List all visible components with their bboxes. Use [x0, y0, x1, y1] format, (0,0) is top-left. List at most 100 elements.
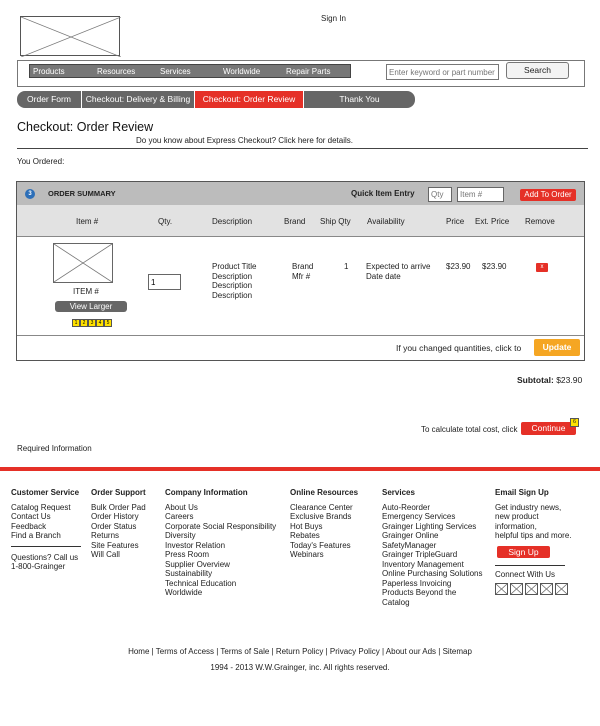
view-larger-button[interactable]: View Larger: [55, 301, 127, 312]
continue-button[interactable]: Continue: [521, 422, 576, 435]
update-button[interactable]: Update: [534, 339, 580, 356]
footer-link[interactable]: Feedback: [11, 522, 81, 532]
footer-link[interactable]: Corporate Social Responsibility: [165, 522, 276, 532]
footer-link[interactable]: Returns: [91, 531, 146, 541]
footer-link[interactable]: Hot Buys: [290, 522, 358, 532]
footer-link[interactable]: Online Purchasing Solutions: [382, 569, 483, 579]
social-icon[interactable]: [540, 583, 553, 595]
description-line: Description: [212, 271, 253, 281]
social-icon[interactable]: [555, 583, 568, 595]
social-icon[interactable]: [525, 583, 538, 595]
logo-placeholder[interactable]: [20, 16, 121, 57]
brand-cell: Brand Mfr #: [292, 262, 313, 281]
nav-item-services[interactable]: Services: [160, 67, 223, 76]
footer-link[interactable]: Catalog Request: [11, 503, 81, 513]
footer-heading: Customer Service: [11, 488, 80, 497]
subtotal-value: $23.90: [556, 375, 583, 385]
footer-link[interactable]: Technical Education: [165, 579, 276, 589]
row-qty-input[interactable]: [148, 274, 181, 290]
sign-up-button[interactable]: Sign Up: [497, 545, 550, 558]
product-image[interactable]: [53, 243, 113, 283]
col-availability: Availability: [367, 217, 405, 226]
footer-link[interactable]: Exclusive Brands: [290, 512, 358, 522]
express-checkout-link[interactable]: Do you know about Express Checkout? Clic…: [136, 136, 353, 145]
footer-link[interactable]: Order History: [91, 512, 146, 522]
description-line: Description: [212, 281, 253, 290]
footer-link[interactable]: Grainger Lighting Services: [382, 522, 483, 532]
remove-button[interactable]: x: [536, 263, 548, 272]
nav-item-products[interactable]: Products: [33, 67, 97, 76]
order-summary-title: ORDER SUMMARY: [48, 189, 116, 198]
footer-link[interactable]: Paperless Invoicing: [382, 579, 483, 589]
col-brand: Brand: [284, 217, 306, 226]
nav-item-worldwide[interactable]: Worldwide: [223, 67, 286, 76]
col-ext-price: Ext. Price: [475, 217, 510, 226]
footer-company-info: Company Information About Us Careers Cor…: [165, 488, 276, 598]
social-icon[interactable]: [495, 583, 508, 595]
step-delivery-billing[interactable]: Checkout: Delivery & Billing: [82, 91, 195, 108]
footer-link[interactable]: Contact Us: [11, 512, 81, 522]
footer-link[interactable]: Webinars: [290, 550, 358, 560]
add-to-order-button[interactable]: Add To Order: [520, 189, 576, 201]
availability-value: Expected to arrive Date date: [366, 262, 431, 281]
footer-link[interactable]: Rebates: [290, 531, 358, 541]
copyright-text: 1994 - 2013 W.W.Grainger, inc. All right…: [210, 663, 390, 672]
legal-links[interactable]: Home | Terms of Access | Terms of Sale |…: [0, 647, 600, 656]
search-button[interactable]: Search: [506, 62, 569, 79]
social-icons: [495, 583, 572, 595]
footer-link[interactable]: Sustainability: [165, 569, 276, 579]
footer-link[interactable]: Auto-Reorder: [382, 503, 483, 513]
subtotal: Subtotal: $23.90: [517, 375, 582, 385]
footer-link[interactable]: Clearance Center: [290, 503, 358, 513]
social-icon[interactable]: [510, 583, 523, 595]
footer-link[interactable]: Supplier Overview: [165, 560, 276, 570]
footer-link[interactable]: Press Room: [165, 550, 276, 560]
brand-name: Brand: [292, 262, 314, 271]
col-remove: Remove: [525, 217, 555, 226]
you-ordered-label: You Ordered:: [17, 157, 65, 166]
quick-item-input[interactable]: [457, 187, 504, 202]
footer-heading: Services: [382, 488, 415, 497]
nav-item-repair-parts[interactable]: Repair Parts: [286, 67, 348, 76]
sign-in-link[interactable]: Sign In: [321, 14, 346, 23]
divider: [17, 236, 584, 237]
footer-link[interactable]: Emergency Services: [382, 512, 483, 522]
footer-link[interactable]: Careers: [165, 512, 276, 522]
footer-customer-service: Customer Service Catalog Request Contact…: [11, 488, 81, 572]
price-value: $23.90: [446, 262, 471, 271]
divider: [17, 148, 588, 149]
step-order-form[interactable]: Order Form: [17, 91, 82, 108]
ext-price-value: $23.90: [482, 262, 507, 271]
signup-text: Get industry news,: [495, 502, 562, 512]
rating-box: 3: [88, 319, 96, 327]
col-price: Price: [446, 217, 465, 226]
step-thank-you[interactable]: Thank You: [304, 91, 415, 108]
footer-link[interactable]: Today's Features: [290, 541, 358, 551]
footer-link[interactable]: Site Features: [91, 541, 146, 551]
nav-item-resources[interactable]: Resources: [97, 67, 160, 76]
questions-text: Questions? Call us: [11, 552, 79, 562]
footer-link[interactable]: Investor Relation: [165, 541, 276, 551]
rating-box: 5: [104, 319, 112, 327]
quick-qty-input[interactable]: [428, 187, 452, 202]
footer-link[interactable]: Bulk Order Pad: [91, 503, 146, 513]
footer-link[interactable]: Worldwide: [165, 588, 276, 598]
footer-link[interactable]: Order Status: [91, 522, 146, 532]
footer-heading: Email Sign Up: [495, 488, 549, 497]
step-order-review[interactable]: Checkout: Order Review: [195, 91, 304, 108]
footer-link[interactable]: Will Call: [91, 550, 146, 560]
footer-link[interactable]: Grainger TripleGuard: [382, 550, 483, 560]
footer-link[interactable]: Grainger Online: [382, 531, 483, 541]
footer-link[interactable]: About Us: [165, 503, 276, 513]
footer-link[interactable]: Products Beyond the Catalog: [382, 588, 462, 607]
divider: [11, 545, 81, 547]
footer-link[interactable]: Inventory Management: [382, 560, 483, 570]
search-input[interactable]: [386, 64, 499, 80]
footer-link[interactable]: Diversity: [165, 531, 276, 541]
divider: [17, 335, 584, 336]
connect-label: Connect With Us: [495, 569, 556, 579]
rating-box: 2: [80, 319, 88, 327]
phone-number[interactable]: 1-800-Grainger: [11, 562, 81, 572]
footer-link[interactable]: Find a Branch: [11, 531, 81, 541]
footer-link[interactable]: SafetyManager: [382, 541, 483, 551]
